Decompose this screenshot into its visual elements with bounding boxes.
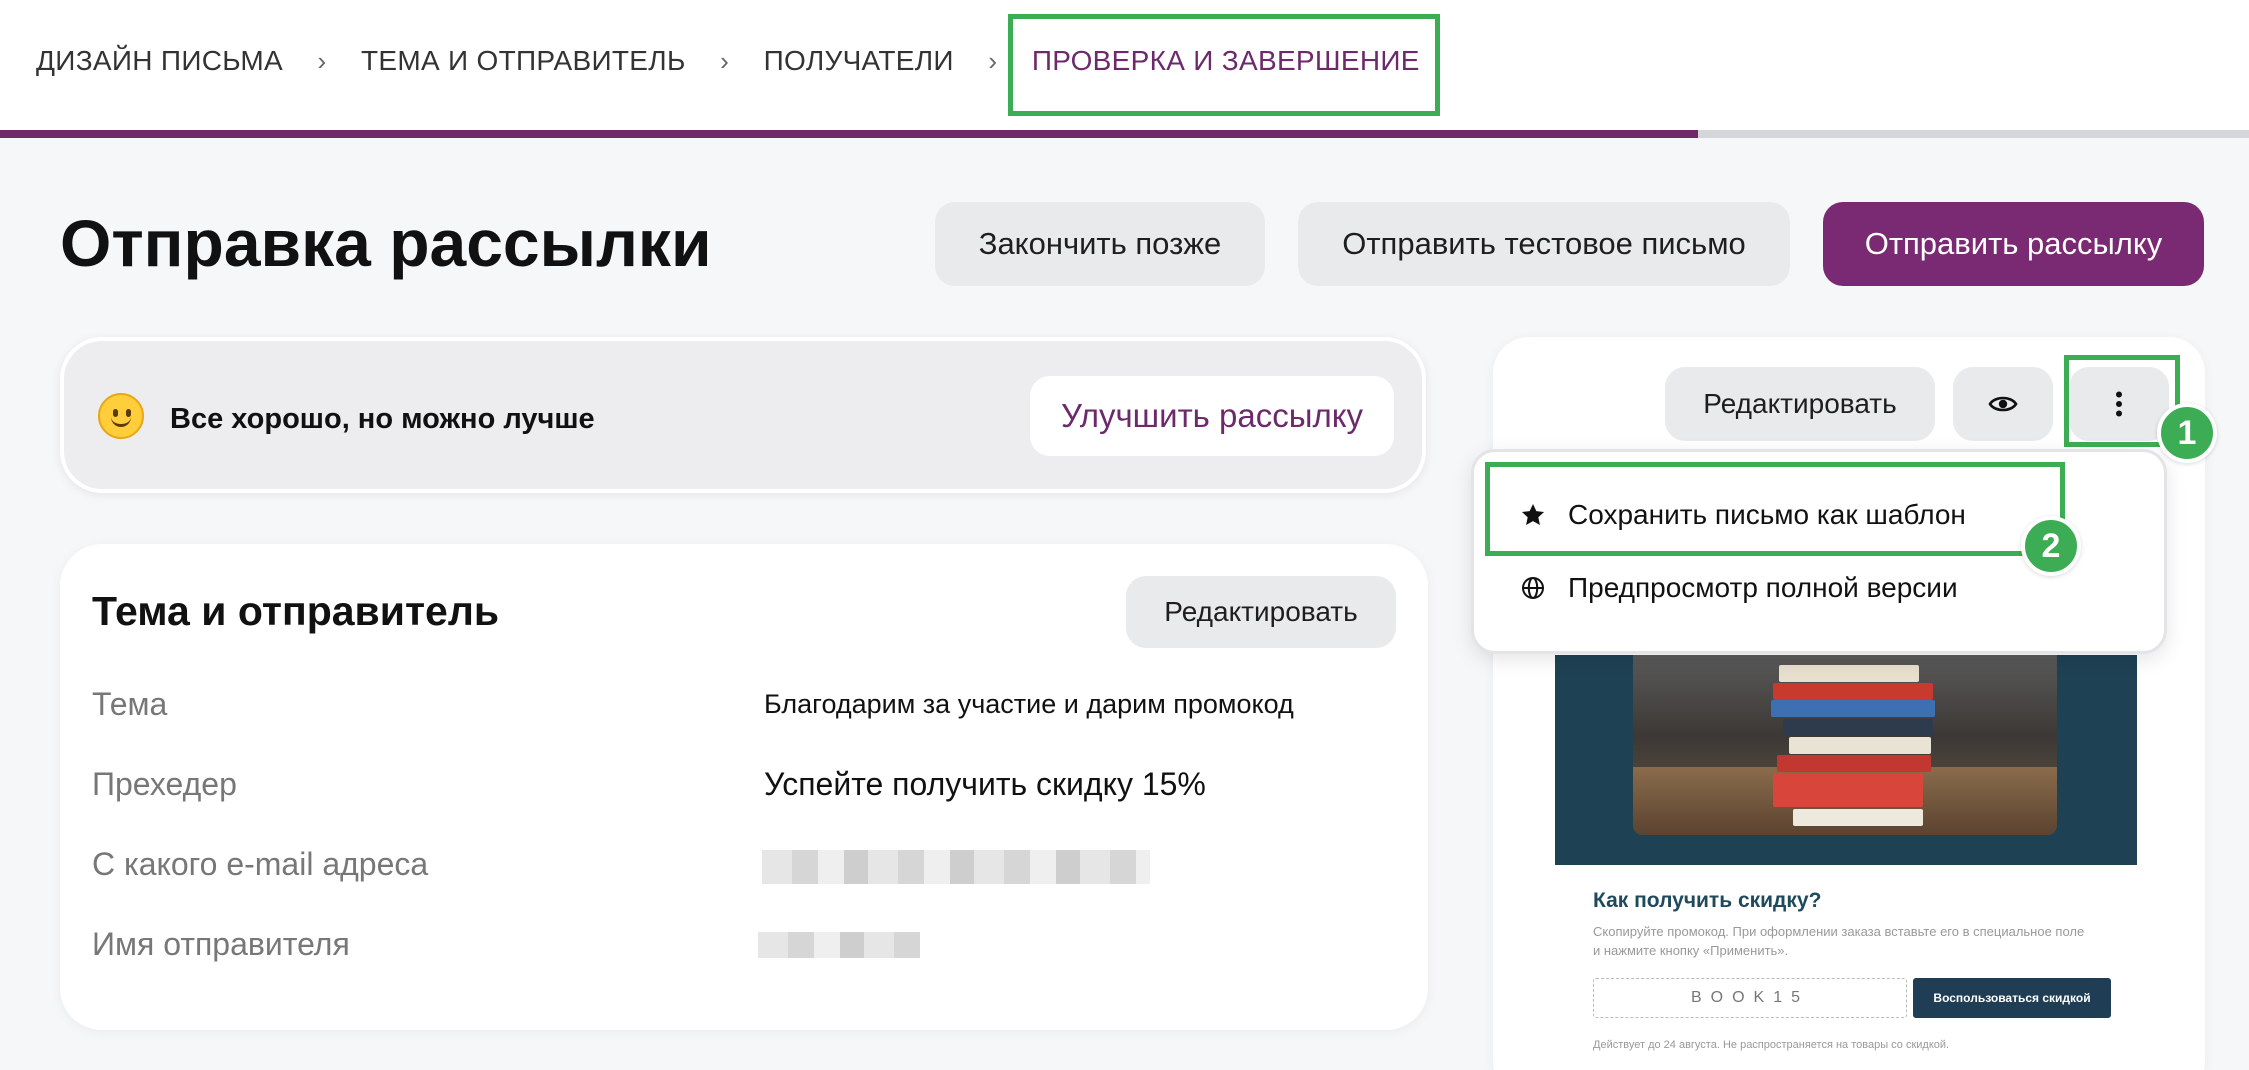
annotation-badge-2: 2: [2021, 516, 2081, 576]
highlight-active-step: [1008, 14, 1440, 116]
finish-later-button[interactable]: Закончить позже: [935, 202, 1265, 286]
promo-text: Скопируйте промокод. При оформлении зака…: [1593, 924, 2085, 958]
step-recipients[interactable]: ПОЛУЧАТЕЛИ: [764, 45, 954, 77]
email-hero-image: [1555, 655, 2137, 865]
sender-name-label: Имя отправителя: [92, 926, 350, 962]
edit-subject-sender-button[interactable]: Редактировать: [1126, 576, 1396, 648]
subject-sender-card: Тема и отправитель Редактировать Тема Бл…: [60, 544, 1428, 1030]
card-title: Тема и отправитель: [92, 588, 500, 634]
step-design[interactable]: ДИЗАЙН ПИСЬМА: [36, 45, 283, 77]
eye-icon[interactable]: [1953, 367, 2053, 441]
sender-email-redacted: [762, 850, 1150, 884]
highlight-save-template: [1485, 462, 2065, 556]
subject-label: Тема: [92, 686, 168, 722]
progress-fill: [0, 130, 1698, 138]
menu-item-full-preview[interactable]: Предпросмотр полной версии: [1520, 572, 1958, 604]
subject-value: Благодарим за участие и дарим промокод: [764, 689, 1294, 719]
preheader-value: Успейте получить скидку 15%: [764, 766, 1206, 802]
promo-footnote: Действует до 24 августа. Не распространя…: [1593, 1039, 1950, 1051]
quality-card: Все хорошо, но можно лучше Улучшить расс…: [60, 337, 1426, 493]
promo-code: BOOK15: [1593, 978, 1907, 1018]
menu-item-label: Предпросмотр полной версии: [1568, 572, 1958, 603]
promo-title: Как получить скидку?: [1593, 889, 1822, 912]
books-photo: [1633, 655, 2057, 835]
step-subject-sender[interactable]: ТЕМА И ОТПРАВИТЕЛЬ: [361, 45, 686, 77]
send-test-email-button[interactable]: Отправить тестовое письмо: [1298, 202, 1790, 286]
sender-email-label: С какого e-mail адреса: [92, 846, 429, 882]
sender-name-redacted: [758, 932, 920, 958]
globe-icon: [1520, 575, 1546, 601]
slightly-smiling-face-icon: [98, 393, 144, 439]
edit-email-button[interactable]: Редактировать: [1665, 367, 1935, 441]
preheader-label: Прехедер: [92, 766, 237, 802]
use-discount-button: Воспользоваться скидкой: [1913, 978, 2111, 1018]
quality-status-text: Все хорошо, но можно лучше: [170, 403, 595, 435]
annotation-badge-1: 1: [2157, 403, 2217, 463]
chevron-right-icon: ›: [317, 45, 327, 76]
send-campaign-button[interactable]: Отправить рассылку: [1823, 202, 2204, 286]
page-title: Отправка рассылки: [60, 206, 712, 280]
chevron-right-icon: ›: [720, 45, 730, 76]
progress-bar: [0, 130, 2249, 138]
improve-campaign-button[interactable]: Улучшить рассылку: [1030, 376, 1394, 456]
